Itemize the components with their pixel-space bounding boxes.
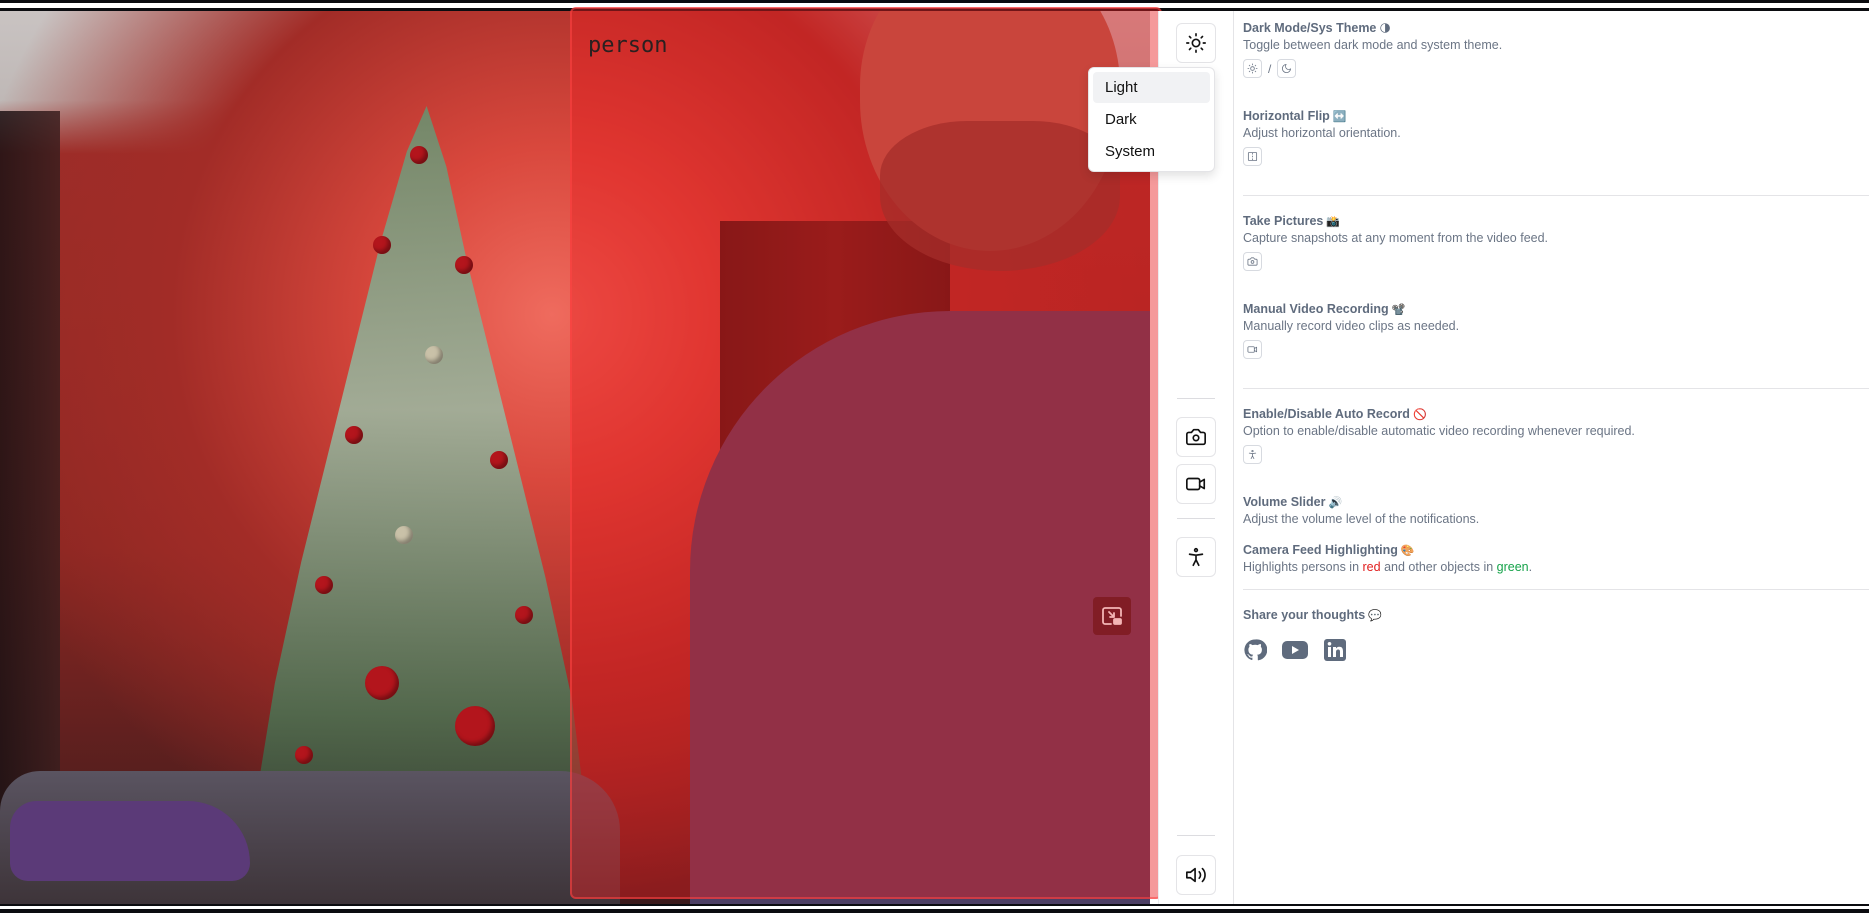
green-word: green xyxy=(1496,560,1529,574)
section-take-pictures: Take Pictures 📸 Capture snapshots at any … xyxy=(1243,214,1548,271)
film-projector-emoji: 📽️ xyxy=(1391,304,1406,316)
pictures-desc: Capture snapshots at any moment from the… xyxy=(1243,231,1549,245)
scene-doorframe xyxy=(0,111,60,851)
red-word: red xyxy=(1362,560,1381,574)
section-horizontal-flip: Horizontal Flip ↔️ Adjust horizontal orie… xyxy=(1243,109,1401,166)
detection-label: person xyxy=(588,33,668,58)
volume-title: Volume Slider xyxy=(1243,495,1326,509)
tree-ornaments xyxy=(255,106,585,866)
camera-flash-emoji: 📸 xyxy=(1326,216,1341,228)
highlight-desc: Highlights persons in red and other obje… xyxy=(1243,560,1533,574)
pictures-title: Take Pictures xyxy=(1243,214,1324,228)
speech-bubble-emoji: 💬 xyxy=(1368,610,1382,622)
sun-icon xyxy=(1186,33,1206,53)
camera-icon xyxy=(1186,428,1206,446)
half-moon-emoji: 🌗 xyxy=(1379,23,1391,35)
volume-icon xyxy=(1186,867,1206,883)
theme-option-dark[interactable]: Dark xyxy=(1093,104,1210,135)
auto-record-desc: Option to enable/disable automatic video… xyxy=(1243,424,1635,438)
auto-record-button[interactable] xyxy=(1176,537,1216,577)
person-mini-icon xyxy=(1243,445,1262,464)
github-icon[interactable] xyxy=(1243,638,1267,662)
video-mini-icon xyxy=(1243,340,1262,359)
volume-desc: Adjust the volume level of the notificat… xyxy=(1243,512,1480,526)
record-video-button[interactable] xyxy=(1176,464,1216,504)
video-icon xyxy=(1186,477,1206,491)
theme-option-system[interactable]: System xyxy=(1093,136,1210,167)
section-highlighting: Camera Feed Highlighting 🎨 Highlights per… xyxy=(1243,543,1532,574)
youtube-icon[interactable] xyxy=(1281,638,1309,662)
section-manual-recording: Manual Video Recording 📽️ Manually record… xyxy=(1243,302,1459,359)
recording-desc: Manually record video clips as needed. xyxy=(1243,319,1460,333)
flip-title: Horizontal Flip xyxy=(1243,109,1330,123)
info-panel: Dark Mode/Sys Theme 🌗 Toggle between dark… xyxy=(1233,11,1869,904)
person-detection-box xyxy=(570,7,1162,899)
person-icon xyxy=(1188,547,1204,567)
panel-divider xyxy=(1243,388,1869,389)
moon-mini-icon xyxy=(1277,59,1297,78)
palette-emoji: 🎨 xyxy=(1400,545,1415,557)
panel-divider xyxy=(1243,589,1869,590)
toolbar-divider xyxy=(1177,398,1215,399)
camera-mini-icon xyxy=(1243,252,1262,271)
section-share: Share your thoughts 💬 xyxy=(1243,608,1382,662)
picture-in-picture-icon xyxy=(1102,607,1122,625)
toolbar-divider xyxy=(1177,518,1215,519)
panel-divider xyxy=(1243,195,1869,196)
dark-mode-title: Dark Mode/Sys Theme xyxy=(1243,21,1377,35)
section-dark-mode: Dark Mode/Sys Theme 🌗 Toggle between dark… xyxy=(1243,21,1502,78)
auto-record-title: Enable/Disable Auto Record xyxy=(1243,407,1410,421)
theme-separator: / xyxy=(1268,61,1272,76)
window-bottom-edge xyxy=(0,904,1869,913)
theme-option-light[interactable]: Light xyxy=(1093,72,1210,103)
theme-menu: Light Dark System xyxy=(1088,67,1215,172)
picture-in-picture-button[interactable] xyxy=(1093,597,1131,635)
speaker-emoji: 🔊 xyxy=(1328,497,1343,509)
theme-toggle-button[interactable] xyxy=(1176,23,1216,63)
take-picture-button[interactable] xyxy=(1176,417,1216,457)
dark-mode-desc: Toggle between dark mode and system them… xyxy=(1243,38,1503,52)
flip-mini-icon xyxy=(1243,147,1262,166)
section-auto-record: Enable/Disable Auto Record 🚫 Option to en… xyxy=(1243,407,1635,464)
sun-mini-icon xyxy=(1243,59,1262,78)
toolbar-divider xyxy=(1177,835,1215,836)
linkedin-icon[interactable] xyxy=(1323,638,1347,662)
scene-blanket xyxy=(10,801,250,881)
left-right-arrow-emoji: ↔️ xyxy=(1332,111,1347,123)
flip-desc: Adjust horizontal orientation. xyxy=(1243,126,1401,140)
highlight-title: Camera Feed Highlighting xyxy=(1243,543,1398,557)
prohibited-emoji: 🚫 xyxy=(1412,409,1427,421)
section-volume: Volume Slider 🔊 Adjust the volume level o… xyxy=(1243,495,1479,526)
recording-title: Manual Video Recording xyxy=(1243,302,1389,316)
volume-button[interactable] xyxy=(1176,855,1216,895)
share-title: Share your thoughts xyxy=(1243,608,1366,622)
